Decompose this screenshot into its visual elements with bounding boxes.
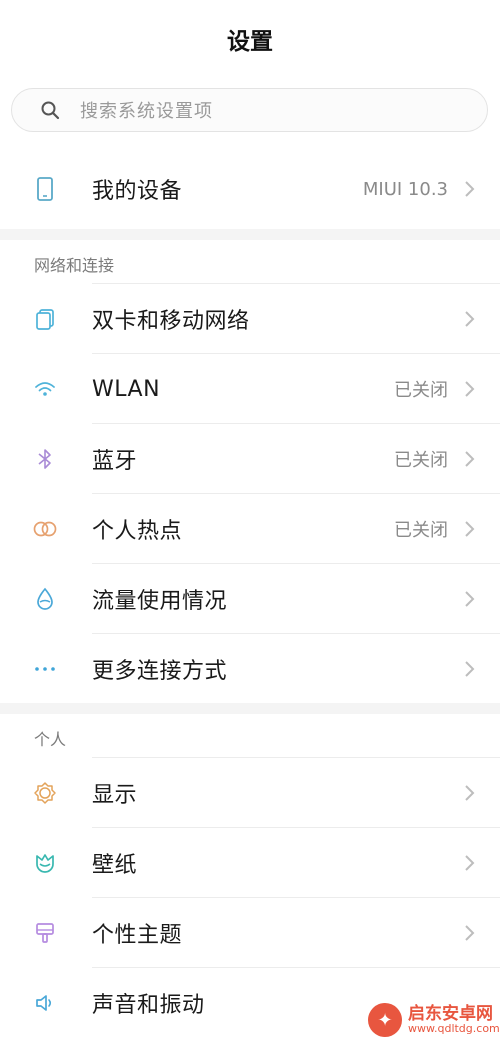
dual-sim-label: 双卡和移动网络 <box>92 309 250 334</box>
chevron-right-icon <box>465 855 475 871</box>
section-header-network: 网络和连接 <box>34 256 115 275</box>
phone-icon <box>32 176 58 202</box>
section-gap <box>0 703 500 714</box>
chevron-right-icon <box>465 451 475 467</box>
more-connections-row[interactable]: 更多连接方式 <box>0 634 500 704</box>
watermark-logo: ✦ 启东安卓网 www.qdltdg.com <box>368 998 500 1042</box>
theme-label: 个性主题 <box>92 923 183 948</box>
hotspot-status: 已关闭 <box>394 520 448 541</box>
chevron-right-icon <box>465 661 475 677</box>
sound-label: 声音和振动 <box>92 993 205 1018</box>
tulip-icon <box>32 850 58 876</box>
paint-brush-icon <box>32 920 58 946</box>
wlan-row[interactable]: WLAN 已关闭 <box>0 354 500 424</box>
display-row[interactable]: 显示 <box>0 758 500 828</box>
watermark-url: www.qdltdg.com <box>408 1022 500 1036</box>
search-input[interactable]: 搜索系统设置项 <box>11 88 488 132</box>
chevron-right-icon <box>465 181 475 197</box>
wifi-icon <box>32 376 58 402</box>
page-title: 设置 <box>227 29 273 55</box>
display-label: 显示 <box>92 783 138 808</box>
data-usage-row[interactable]: 流量使用情况 <box>0 564 500 634</box>
chevron-right-icon <box>465 785 475 801</box>
search-placeholder: 搜索系统设置项 <box>80 101 213 122</box>
section-header-personal: 个人 <box>34 730 67 749</box>
hotspot-icon <box>32 516 58 542</box>
theme-row[interactable]: 个性主题 <box>0 898 500 968</box>
chevron-right-icon <box>465 381 475 397</box>
watermark-name: 启东安卓网 <box>408 1003 493 1024</box>
dual-sim-row[interactable]: 双卡和移动网络 <box>0 284 500 354</box>
search-icon <box>41 101 60 120</box>
sim-card-icon <box>32 306 58 332</box>
wlan-label: WLAN <box>92 376 161 402</box>
sun-icon <box>32 780 58 806</box>
bluetooth-row[interactable]: 蓝牙 已关闭 <box>0 424 500 494</box>
chevron-right-icon <box>465 925 475 941</box>
speaker-icon <box>32 990 58 1016</box>
bluetooth-label: 蓝牙 <box>92 449 138 474</box>
chevron-right-icon <box>465 591 475 607</box>
chevron-right-icon <box>465 311 475 327</box>
hotspot-row[interactable]: 个人热点 已关闭 <box>0 494 500 564</box>
wallpaper-row[interactable]: 壁纸 <box>0 828 500 898</box>
my-device-label: 我的设备 <box>92 179 183 204</box>
chevron-right-icon <box>465 521 475 537</box>
wlan-status: 已关闭 <box>394 380 448 401</box>
bluetooth-icon <box>32 446 58 472</box>
water-drop-icon <box>32 586 58 612</box>
more-dots-icon <box>32 656 58 682</box>
hotspot-label: 个人热点 <box>92 519 183 544</box>
bluetooth-status: 已关闭 <box>394 450 448 471</box>
watermark-icon: ✦ <box>368 1003 402 1037</box>
data-usage-label: 流量使用情况 <box>92 589 228 614</box>
miui-version: MIUI 10.3 <box>362 178 448 200</box>
section-gap <box>0 229 500 240</box>
wallpaper-label: 壁纸 <box>92 853 138 878</box>
more-connections-label: 更多连接方式 <box>92 659 228 684</box>
my-device-row[interactable]: 我的设备 MIUI 10.3 <box>0 154 500 224</box>
